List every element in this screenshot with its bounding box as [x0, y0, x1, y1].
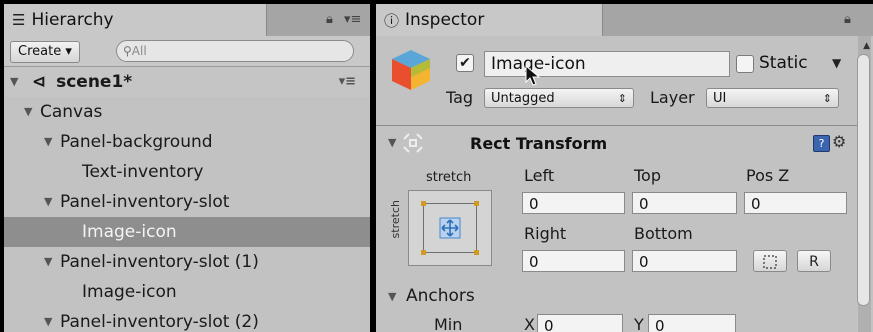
tree-item-label: Panel-inventory-slot (1)	[60, 252, 259, 272]
mouse-cursor-icon	[525, 65, 541, 86]
posz-label: Pos Z	[746, 166, 790, 185]
tree-item-image-icon-selected[interactable]: Image-icon	[4, 217, 370, 247]
expand-triangle-icon[interactable]: ▼	[44, 307, 60, 332]
dropdown-arrows-icon: ⇕	[822, 92, 832, 105]
tree-item-panel-inventory-slot-1[interactable]: ▼ Panel-inventory-slot (1)	[4, 247, 370, 277]
hierarchy-panel: ☰ Hierarchy 🔒︎ ▾≡ Create ▾ ⚲All ▼ ⊲ scen…	[4, 4, 370, 332]
active-checkbox[interactable]: ✔	[456, 54, 474, 72]
posz-field[interactable]: 0	[744, 192, 847, 214]
tree-item-label: Text-inventory	[82, 162, 204, 182]
expand-triangle-icon[interactable]: ▼	[10, 67, 26, 97]
left-label: Left	[524, 166, 555, 185]
scene-name: scene1*	[56, 72, 133, 92]
anchors-min-y-field[interactable]: 0	[648, 314, 736, 332]
list-icon: ☰	[12, 11, 26, 29]
inspector-panel: ⓘ Inspector 🔒︎ ✔ Image-icon Static ▼ Tag…	[376, 4, 873, 332]
tab-inspector[interactable]: ⓘ Inspector	[376, 4, 603, 36]
bottom-field[interactable]: 0	[632, 250, 737, 272]
expand-triangle-icon[interactable]: ▼	[44, 247, 60, 277]
right-field[interactable]: 0	[522, 250, 625, 272]
tree-item-label: Image-icon	[82, 222, 177, 242]
tree-item-label: Image-icon	[82, 282, 177, 302]
lock-icon[interactable]: 🔒︎	[326, 12, 333, 27]
static-label: Static	[759, 53, 808, 73]
static-checkbox[interactable]	[736, 55, 754, 73]
anchor-dot	[421, 250, 426, 255]
unity-editor-window: ☰ Hierarchy 🔒︎ ▾≡ Create ▾ ⚲All ▼ ⊲ scen…	[0, 0, 873, 332]
tree-item-text-inventory[interactable]: Text-inventory	[4, 157, 370, 187]
info-icon: ⓘ	[384, 11, 400, 30]
anchor-dot	[474, 250, 479, 255]
top-label: Top	[634, 166, 661, 185]
bottom-label: Bottom	[634, 224, 693, 243]
expand-triangle-icon[interactable]: ▼	[44, 187, 60, 217]
tree-item-label: Panel-inventory-slot (2)	[60, 312, 259, 332]
anchor-dot	[421, 201, 426, 206]
create-button[interactable]: Create ▾	[10, 41, 80, 63]
anchor-frame	[421, 201, 479, 255]
tree-item-canvas[interactable]: ▼ Canvas	[4, 97, 370, 127]
expand-triangle-icon[interactable]: ▼	[24, 97, 40, 127]
tree-item-panel-background[interactable]: ▼ Panel-background	[4, 127, 370, 157]
layer-label: Layer	[650, 88, 695, 107]
tag-label: Tag	[446, 88, 474, 107]
search-icon: ⚲	[123, 44, 132, 58]
help-book-icon[interactable]: ?	[813, 135, 830, 152]
tag-value: Untagged	[491, 91, 555, 106]
search-input[interactable]: ⚲All	[116, 40, 354, 62]
anchors-min-x-label: X	[524, 315, 535, 332]
tab-hierarchy-label: Hierarchy	[31, 10, 114, 30]
tree-item-image-icon[interactable]: Image-icon	[4, 277, 370, 307]
static-dropdown-arrow-icon[interactable]: ▼	[832, 56, 841, 70]
tree-item-label: Panel-background	[60, 132, 213, 152]
right-label: Right	[524, 224, 567, 243]
tree-item-label: Panel-inventory-slot	[60, 192, 230, 212]
inspector-scrollbar-thumb[interactable]	[857, 54, 870, 306]
dropdown-arrows-icon: ⇕	[617, 92, 627, 105]
expand-triangle-icon[interactable]: ▼	[44, 127, 60, 157]
hierarchy-toolbar: Create ▾ ⚲All	[4, 36, 370, 67]
anchor-dot	[474, 201, 479, 206]
gear-icon[interactable]: ⚙	[832, 132, 846, 151]
lock-icon[interactable]: 🔒︎	[844, 12, 851, 27]
divider	[376, 125, 857, 126]
raw-edit-button[interactable]: R	[797, 250, 831, 272]
tree-item-panel-inventory-slot-2[interactable]: ▼ Panel-inventory-slot (2)	[4, 307, 370, 332]
stretch-v-label: stretch	[389, 200, 402, 239]
unity-scene-icon: ⊲	[31, 72, 47, 92]
anchors-min-label: Min	[434, 315, 463, 332]
scroll-up-arrow-icon[interactable]: ▲	[863, 41, 870, 51]
left-field[interactable]: 0	[522, 192, 625, 214]
search-placeholder: All	[131, 44, 147, 58]
anchors-min-y-label: Y	[634, 315, 644, 332]
scene-row[interactable]: ▼ ⊲ scene1* ▾≡	[4, 67, 370, 97]
stretch-arrows-icon	[439, 217, 461, 239]
gameobject-cube-icon	[392, 50, 430, 90]
tab-hierarchy[interactable]: ☰ Hierarchy	[4, 4, 267, 36]
tree-item-panel-inventory-slot[interactable]: ▼ Panel-inventory-slot	[4, 187, 370, 217]
dashed-rect-icon	[763, 255, 777, 269]
blueprint-mode-button[interactable]	[753, 250, 787, 272]
scene-menu-icon[interactable]: ▾≡	[339, 67, 356, 97]
tree-item-label: Canvas	[40, 102, 103, 122]
anchor-presets-button[interactable]	[408, 190, 492, 266]
rect-transform-header[interactable]: ▼ Rect Transform ? ⚙	[376, 128, 857, 158]
component-title: Rect Transform	[470, 134, 608, 153]
anchors-min-x-field[interactable]: 0	[537, 314, 623, 332]
hierarchy-tab-bar: ☰ Hierarchy 🔒︎ ▾≡	[4, 4, 370, 36]
layer-value: UI	[713, 91, 727, 106]
top-field[interactable]: 0	[632, 192, 737, 214]
rect-transform-icon	[403, 133, 423, 153]
layer-dropdown[interactable]: UI ⇕	[706, 88, 839, 108]
anchors-label[interactable]: Anchors	[406, 286, 475, 306]
anchors-expand-triangle-icon[interactable]: ▼	[388, 290, 396, 303]
inspector-tab-bar: ⓘ Inspector 🔒︎	[376, 4, 873, 36]
tab-inspector-label: Inspector	[405, 10, 485, 30]
panel-menu-icon[interactable]: ▾≡	[344, 12, 361, 27]
collapse-triangle-icon[interactable]: ▼	[388, 136, 396, 149]
stretch-h-label: stretch	[426, 170, 472, 185]
tag-dropdown[interactable]: Untagged ⇕	[484, 88, 634, 108]
object-name-field[interactable]: Image-icon	[484, 51, 730, 77]
